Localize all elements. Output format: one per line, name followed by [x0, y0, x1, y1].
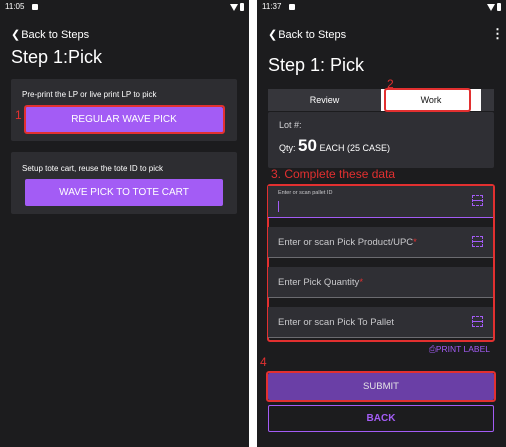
notification-icon: [289, 4, 295, 10]
pick-quantity-placeholder: Enter Pick Quantity: [278, 277, 360, 288]
back-to-steps-link[interactable]: ❮Back to Steps: [11, 28, 89, 41]
battery-icon: [497, 3, 501, 11]
tab-review[interactable]: Review: [268, 89, 381, 111]
pallet-id-label: Enter or scan pallet ID: [278, 190, 333, 196]
lot-label: Lot #:: [279, 120, 302, 130]
status-bar: 11:05: [0, 0, 249, 14]
print-label-link[interactable]: ⎙PRINT LABEL: [429, 344, 490, 355]
pick-to-pallet-placeholder: Enter or scan Pick To Pallet: [278, 317, 394, 328]
annotation-box-2: [384, 88, 471, 112]
chevron-left-icon: ❮: [11, 29, 21, 41]
pick-info-card: Lot #: Qty: 50 EACH (25 CASE): [268, 112, 494, 168]
pick-quantity-field[interactable]: Enter Pick Quantity*: [268, 267, 493, 298]
card-description: Setup tote cart, reuse the tote ID to pi…: [22, 164, 163, 173]
scan-barcode-icon[interactable]: [472, 195, 483, 206]
annotation-box-1: [24, 105, 225, 134]
scan-barcode-icon[interactable]: [472, 236, 483, 247]
back-to-steps-link[interactable]: ❮Back to Steps: [268, 28, 346, 41]
tote-cart-card: Setup tote cart, reuse the tote ID to pi…: [11, 152, 237, 214]
card-description: Pre-print the LP or live print LP to pic…: [22, 90, 157, 99]
left-screen: 11:05 ❮Back to Steps Step 1:Pick Pre-pri…: [0, 0, 249, 447]
wave-pick-to-tote-cart-button[interactable]: WAVE PICK TO TOTE CART: [25, 179, 223, 206]
status-time: 11:37: [262, 2, 282, 11]
battery-icon: [240, 3, 244, 11]
print-label-text: PRINT LABEL: [435, 344, 490, 354]
wifi-icon: [230, 4, 238, 11]
notification-icon: [32, 4, 38, 10]
qty-unit: EACH (25 CASE): [319, 143, 390, 153]
page-title: Step 1:Pick: [11, 47, 103, 67]
printer-icon: ⎙: [429, 344, 436, 354]
status-bar: 11:37: [257, 0, 506, 14]
annotation-number-2: 2: [387, 77, 394, 91]
back-label: Back to Steps: [21, 29, 90, 41]
wifi-icon: [487, 4, 495, 11]
annotation-number-1: 1: [15, 108, 22, 122]
scan-barcode-icon[interactable]: [472, 316, 483, 327]
annotation-text-3: 3. Complete these data: [271, 167, 396, 181]
pick-product-placeholder: Enter or scan Pick Product/UPC: [278, 237, 414, 248]
right-screen: 11:37 ❮Back to Steps ⋮ Step 1: Pick Revi…: [257, 0, 506, 447]
qty-row: Qty: 50 EACH (25 CASE): [279, 136, 390, 156]
chevron-left-icon: ❮: [268, 29, 278, 41]
qty-label: Qty:: [279, 143, 296, 153]
annotation-number-4: 4: [260, 355, 267, 369]
pallet-id-field[interactable]: Enter or scan pallet ID: [268, 186, 493, 218]
required-mark: *: [413, 237, 417, 248]
required-mark: *: [359, 277, 364, 288]
page-title: Step 1: Pick: [268, 55, 365, 75]
more-vert-icon[interactable]: ⋮: [491, 26, 504, 42]
back-label: Back to Steps: [278, 29, 347, 41]
pick-to-pallet-field[interactable]: Enter or scan Pick To Pallet: [268, 307, 493, 338]
annotation-box-4: [266, 371, 496, 402]
text-cursor: [278, 201, 279, 212]
back-button[interactable]: BACK: [268, 405, 494, 432]
pick-product-field[interactable]: Enter or scan Pick Product/UPC*: [268, 227, 493, 258]
status-time: 11:05: [5, 2, 25, 11]
qty-value: 50: [298, 136, 317, 155]
